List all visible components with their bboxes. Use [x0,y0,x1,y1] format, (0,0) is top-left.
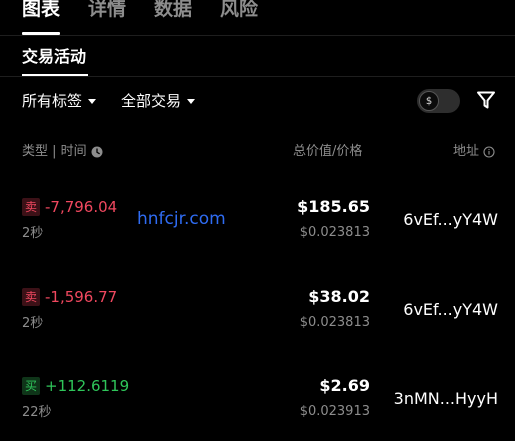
tab-divider [0,35,515,36]
subtab-divider [0,76,515,77]
dollar-icon: $ [419,91,439,111]
trade-row[interactable]: 卖 -7,796.04 2秒 $185.65 $0.023813 6vEf...… [0,192,515,262]
trader-address[interactable]: 6vEf...yY4W [403,209,498,231]
trade-price: $0.023813 [299,225,370,240]
side-badge: 买 [22,377,40,395]
tab-risk[interactable]: 风险 [220,0,258,22]
info-icon[interactable] [483,146,495,158]
address-header-label: 地址 [453,144,480,159]
tab-data[interactable]: 数据 [154,0,192,22]
address-header: 地址 [453,143,495,161]
tab-chart[interactable]: 图表 [22,0,60,22]
tag-filter-label: 所有标签 [22,92,83,110]
tab-details[interactable]: 详情 [88,0,126,22]
trade-age: 2秒 [22,226,44,241]
subtab-trade-activity[interactable]: 交易活动 [22,46,86,68]
clock-icon[interactable] [91,146,103,158]
side-badge: 卖 [22,288,40,306]
trade-row[interactable]: 卖 -1,596.77 2秒 $38.02 $0.023813 6vEf...y… [0,282,515,352]
trade-price: $0.023913 [299,404,370,419]
trade-age: 2秒 [22,316,44,331]
top-tab-bar: 图表 详情 数据 风险 [0,0,515,32]
trade-filter-dropdown[interactable]: 全部交易 [121,91,196,111]
trade-total-value: $38.02 [308,287,370,306]
type-time-header-label: 类型 | 时间 [22,144,87,159]
trade-total-value: $185.65 [297,197,370,216]
trader-address[interactable]: 6vEf...yY4W [403,299,498,321]
type-time-header: 类型 | 时间 [22,143,103,161]
value-price-header: 总价值/价格 [293,143,362,161]
trade-amount: +112.6119 [45,377,130,395]
filter-icon[interactable] [476,90,496,110]
watermark-text: hnfcjr.com [137,209,226,229]
trader-address[interactable]: 3nMN...HyyH [394,388,498,410]
usd-toggle[interactable]: $ [417,89,460,113]
trade-amount: -1,596.77 [45,288,118,306]
tag-filter-dropdown[interactable]: 所有标签 [22,91,97,111]
value-price-header-label: 总价值/价格 [293,144,363,159]
caret-down-icon [88,98,97,104]
trade-amount: -7,796.04 [45,198,118,216]
trade-total-value: $2.69 [319,376,370,395]
trade-price: $0.023813 [299,315,370,330]
side-badge: 卖 [22,198,40,216]
caret-down-icon [187,98,196,104]
trade-filter-label: 全部交易 [121,92,182,110]
trade-age: 22秒 [22,405,52,420]
